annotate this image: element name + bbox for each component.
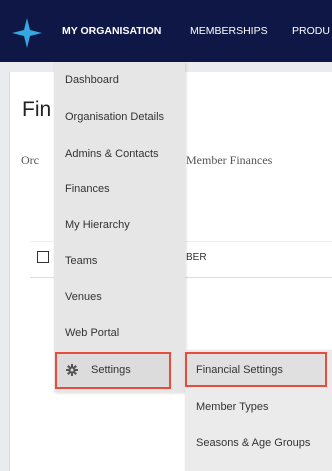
menu-item-organisation-details[interactable]: Organisation Details [65,111,164,123]
tab-organisation[interactable]: Orc [21,153,39,168]
tab-member-finances[interactable]: Member Finances [186,153,272,168]
nav-products[interactable]: PRODU [292,25,330,37]
menu-item-venues[interactable]: Venues [65,291,102,303]
select-all-checkbox[interactable] [37,251,49,263]
menu-item-my-hierarchy[interactable]: My Hierarchy [65,219,130,231]
table-column-header: BER [186,252,207,263]
submenu-item-member-types[interactable]: Member Types [196,401,269,413]
menu-item-dashboard[interactable]: Dashboard [65,74,119,86]
submenu-item-financial-settings[interactable]: Financial Settings [196,364,283,376]
nav-my-organisation[interactable]: MY ORGANISATION [62,25,161,37]
menu-item-finances[interactable]: Finances [65,183,110,195]
settings-label: Settings [91,364,131,376]
nav-memberships[interactable]: MEMBERSHIPS [190,25,268,37]
page-title: Fin [22,98,52,121]
app-logo-icon[interactable] [12,18,42,48]
menu-item-web-portal[interactable]: Web Portal [65,327,119,339]
menu-item-admins-contacts[interactable]: Admins & Contacts [65,148,159,160]
gear-icon [66,364,78,376]
menu-item-teams[interactable]: Teams [65,255,97,267]
top-navigation-bar: MY ORGANISATION MEMBERSHIPS PRODU [0,0,332,62]
submenu-item-seasons-age-groups[interactable]: Seasons & Age Groups [196,437,310,449]
